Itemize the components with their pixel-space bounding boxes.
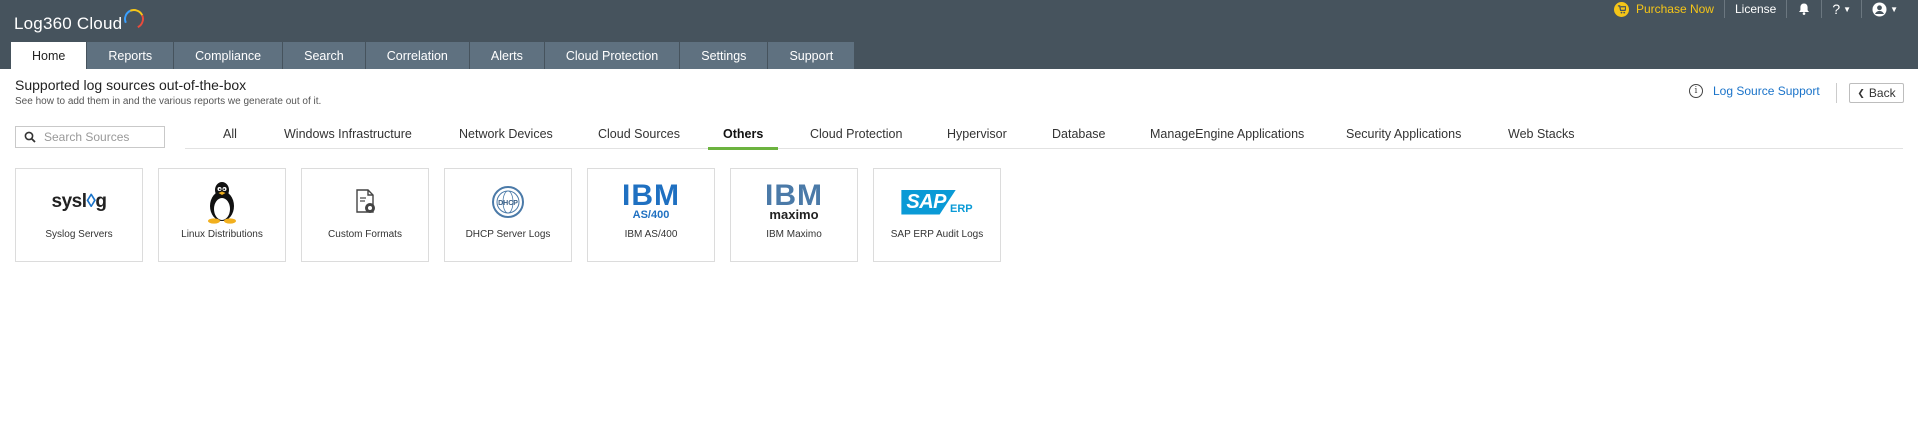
chevron-left-icon: ❮ [1857,87,1865,98]
tux-penguin-icon [159,179,285,225]
purchase-now-link[interactable]: Purchase Now [1604,0,1725,18]
active-category-indicator [708,147,778,150]
top-header: Log360 Cloud Purchase Now License ? ▼ ▼ … [0,0,1918,69]
license-link[interactable]: License [1725,0,1788,18]
page-title: Supported log sources out-of-the-box [15,77,247,93]
ibm-logo: IBM AS/400 [622,179,680,222]
category-cloud-sources[interactable]: Cloud Sources [598,127,680,149]
app-title: Log360 Cloud [14,14,123,33]
svg-text:DHCP: DHCP [498,200,518,207]
category-network-devices[interactable]: Network Devices [459,127,553,149]
dhcp-globe-icon: DHCP [445,179,571,225]
source-card-ibm-as400[interactable]: IBM AS/400 IBM AS/400 [587,168,715,262]
custom-format-gear-icon [302,179,428,225]
user-menu[interactable]: ▼ [1862,0,1908,18]
category-windows-infrastructure[interactable]: Windows Infrastructure [284,127,412,149]
source-label: SAP ERP Audit Logs [890,229,984,240]
source-label: IBM Maximo [766,229,822,240]
tab-settings[interactable]: Settings [680,42,769,69]
tab-support[interactable]: Support [768,42,856,69]
page-subtitle: See how to add them in and the various r… [15,96,322,107]
category-database[interactable]: Database [1052,127,1106,149]
tab-home[interactable]: Home [11,42,88,69]
sap-erp-logo: SAP ERP [874,179,1000,225]
divider [1836,83,1837,103]
category-all[interactable]: All [223,127,237,149]
back-label: Back [1868,86,1896,100]
purchase-now-label: Purchase Now [1635,2,1714,16]
notifications-button[interactable] [1787,0,1823,18]
app-logo[interactable]: Log360 Cloud [14,6,148,34]
tab-reports[interactable]: Reports [87,42,175,69]
log-source-support-label: Log Source Support [1713,84,1820,98]
tab-compliance[interactable]: Compliance [174,42,284,69]
help-menu[interactable]: ? ▼ [1822,0,1863,18]
category-web-stacks[interactable]: Web Stacks [1508,127,1574,149]
chevron-down-icon: ▼ [1890,4,1898,14]
category-security-applications[interactable]: Security Applications [1346,127,1461,149]
category-others[interactable]: Others [723,127,763,149]
source-label: Linux Distributions [181,229,263,240]
info-icon: i [1689,84,1703,98]
source-label: IBM AS/400 [624,229,678,240]
category-hypervisor[interactable]: Hypervisor [947,127,1007,149]
back-button[interactable]: ❮ Back [1849,83,1904,103]
top-links: Purchase Now License ? ▼ ▼ [1604,0,1908,18]
tab-correlation[interactable]: Correlation [365,42,470,69]
help-icon: ? [1832,1,1841,17]
tab-search[interactable]: Search [283,42,366,69]
source-label: Syslog Servers [45,229,113,240]
source-card-syslog[interactable]: sysl◊g Syslog Servers [15,168,143,262]
source-label: Custom Formats [328,229,402,240]
source-label: DHCP Server Logs [465,229,551,240]
category-cloud-protection[interactable]: Cloud Protection [810,127,902,149]
category-manageengine-applications[interactable]: ManageEngine Applications [1150,127,1304,149]
source-card-linux[interactable]: Linux Distributions [158,168,286,262]
source-card-ibm-maximo[interactable]: IBM maximo IBM Maximo [730,168,858,262]
bell-icon [1799,3,1810,15]
license-label: License [1734,2,1777,16]
search-input[interactable] [44,130,154,144]
syslog-logo: sysl◊g [51,191,107,212]
search-box [15,126,165,148]
user-avatar-icon [1872,2,1887,16]
tab-alerts[interactable]: Alerts [469,42,545,69]
source-card-dhcp[interactable]: DHCP DHCP Server Logs [444,168,572,262]
source-card-sap-erp[interactable]: SAP ERP SAP ERP Audit Logs [873,168,1001,262]
category-divider [185,148,1903,149]
log-source-support-link[interactable]: i Log Source Support [1689,84,1820,98]
cart-icon [1613,1,1629,17]
chevron-down-icon: ▼ [1843,4,1852,14]
logo-arc-icon [121,6,148,32]
source-card-custom-formats[interactable]: Custom Formats [301,168,429,262]
tab-cloud-protection[interactable]: Cloud Protection [544,42,681,69]
ibm-maximo-logo: IBM maximo [765,179,823,222]
search-icon [24,131,36,143]
main-nav: Home Reports Compliance Search Correlati… [11,42,856,69]
